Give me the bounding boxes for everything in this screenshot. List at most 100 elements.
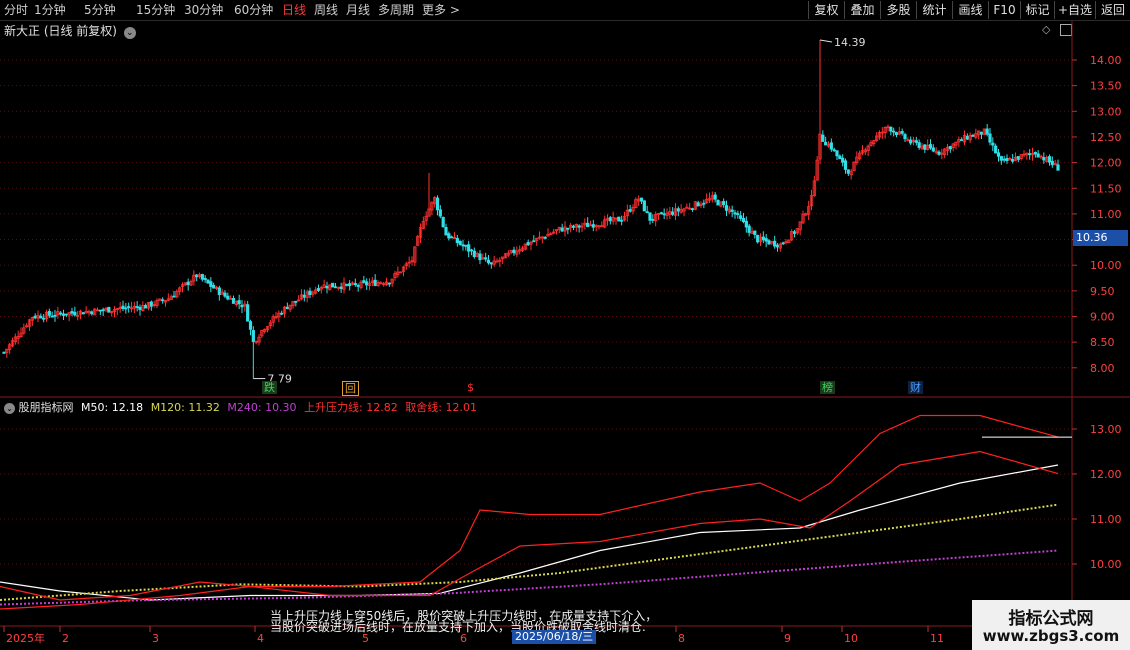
candle-body [212,284,216,289]
event-tag-finance[interactable]: 财 [908,381,923,394]
crosshair-date: 2025/06/18/三 [512,630,597,644]
candle-body [144,305,148,309]
candle-body [532,240,536,243]
period-tab-15min[interactable]: 15分钟 [136,2,175,18]
event-tag-fall[interactable]: 跌 [262,381,277,394]
candle-body [642,200,646,212]
candle-body [444,227,448,236]
adjust-button[interactable]: 复权 [808,1,844,19]
stats-button[interactable]: 统计 [916,1,952,19]
candle-body [101,309,105,312]
candle-body [702,202,706,205]
period-tab-1min[interactable]: 1分钟 [34,2,66,18]
candle-body [1047,156,1052,163]
candle-body [543,236,547,239]
price-tick-label: 8.00 [1090,362,1115,375]
kline-chart[interactable]: 14.0013.5013.0012.5012.0011.5011.0010.50… [0,21,1130,650]
period-tab-daily[interactable]: 日线 [282,2,306,18]
candle-body [464,244,468,247]
candle-body [50,315,54,318]
event-tag-ranking[interactable]: 榜 [820,381,835,394]
stop-value: 取舍线: 12.01 [405,401,477,414]
indicator-name[interactable]: 股朋指标网 [19,401,74,414]
candle-body [237,300,241,305]
mark-button[interactable]: 标记 [1020,1,1054,19]
draw-line-button[interactable]: 画线 [952,1,988,19]
period-tab-monthly[interactable]: 月线 [346,2,370,18]
indicator-axis: 13.00 12.00 11.00 10.00 [1072,423,1122,571]
candle-body [1056,164,1060,171]
m240-value: M240: 10.30 [227,401,297,414]
candle-body [526,242,530,246]
date-tick-label: 10 [844,632,858,645]
price-tick-label: 12.00 [1090,157,1122,170]
candle-body [2,351,6,354]
candle-body [761,236,765,241]
candle-body [387,282,391,285]
candle-body [1050,160,1054,166]
candle-body [586,222,590,228]
candle-body [331,282,335,288]
candle-body [716,200,720,206]
add-watchlist-button[interactable]: +自选 [1054,1,1095,19]
overlay-button[interactable]: 叠加 [844,1,880,19]
period-tab-fenshi[interactable]: 分时 [4,2,28,18]
date-tick-label: 11 [930,632,944,645]
candle-body [985,128,989,135]
candle-body [571,225,576,228]
price-tick-label: 9.00 [1090,311,1115,324]
candle-body [240,304,244,308]
period-tab-weekly[interactable]: 周线 [314,2,338,18]
period-tab-more[interactable]: 更多 > [422,2,460,18]
candle-body [217,287,221,296]
candle-body [821,134,825,142]
candle-body [931,147,935,152]
candle-body [747,225,751,233]
candle-body [832,149,836,152]
pressure-value: 上升压力线: 12.82 [304,401,398,414]
high-marker-line [819,39,833,43]
candle-body [472,250,476,257]
candle-body [756,234,760,243]
candle-body [835,150,839,157]
price-tick-label: 11.00 [1090,208,1122,221]
candle-body [223,292,227,297]
candle-body [512,249,516,254]
candle-body [560,227,564,232]
event-tag-dollar[interactable]: $ [465,381,476,394]
candle-body [251,330,255,342]
candle-body [767,240,771,245]
period-tab-5min[interactable]: 5分钟 [84,2,116,18]
candle-body [608,217,612,222]
candle-body [64,313,68,316]
f10-button[interactable]: F10 [988,1,1020,19]
period-tab-multi[interactable]: 多周期 [378,2,414,18]
candle-body [149,301,153,307]
period-toolbar: 分时 1分钟 5分钟 15分钟 30分钟 60分钟 日线 周线 月线 多周期 更… [0,0,1130,21]
gear-icon[interactable]: ⌄ [4,403,15,414]
candle-body [843,160,848,170]
candle-body [90,311,94,315]
multi-stock-button[interactable]: 多股 [880,1,916,19]
candle-body [671,211,675,215]
candle-body [914,140,918,143]
price-tick-label: 12.50 [1090,131,1122,144]
candle-body [971,134,975,137]
price-tick-label: 9.50 [1090,285,1115,298]
date-tick-label: 2025年 [6,631,45,645]
candle-body [960,139,964,142]
candle-body [59,312,63,315]
candle-body [246,304,250,322]
candle-body [1002,158,1006,161]
candle-body [829,142,833,150]
event-tag-return[interactable]: 回 [342,381,359,396]
candle-body [696,202,700,207]
candle-body [226,295,230,300]
candle-body [478,253,482,261]
candle-body [461,244,465,247]
period-tab-30min[interactable]: 30分钟 [184,2,223,18]
candle-body [744,220,748,228]
price-axis: 14.0013.5013.0012.5012.0011.5011.0010.50… [1072,54,1122,375]
period-tab-60min[interactable]: 60分钟 [234,2,273,18]
back-button[interactable]: 返回 [1095,1,1130,19]
